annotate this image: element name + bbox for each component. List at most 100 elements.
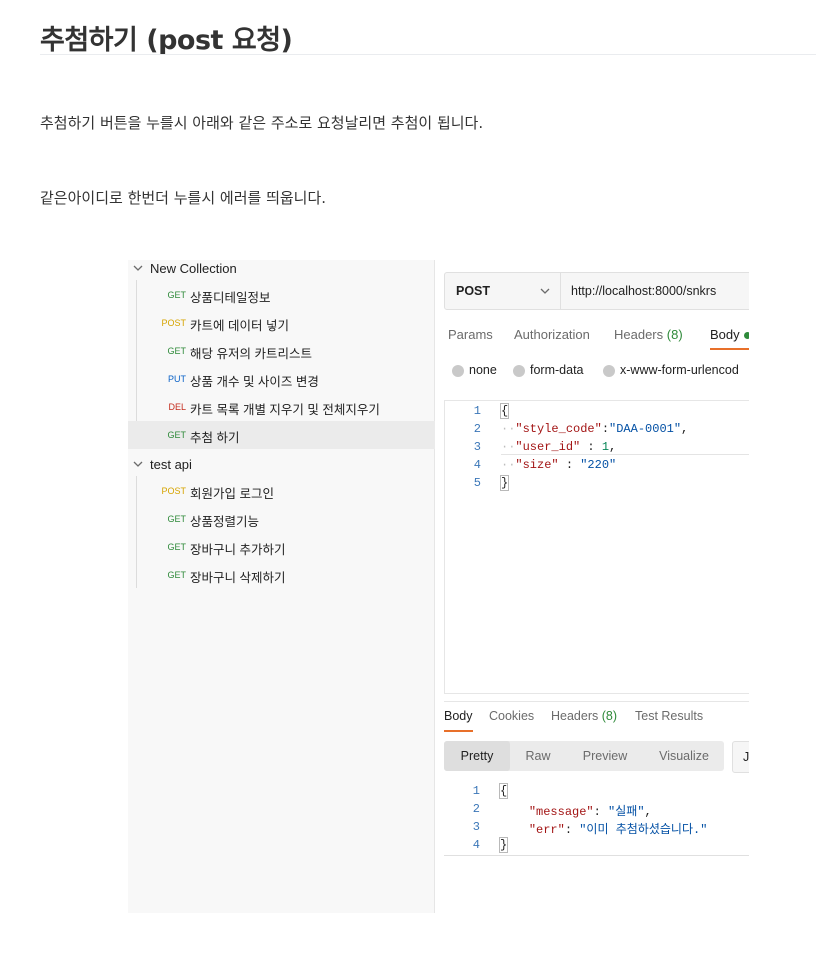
response-tab-body[interactable]: Body (444, 709, 473, 723)
response-view-bar: Pretty Raw Preview Visualize (444, 741, 724, 771)
code-line: 2 ··"style_code":"DAA-0001", (445, 420, 749, 438)
chevron-down-icon (540, 288, 550, 294)
request-item-selected[interactable]: GET 추첨 하기 (128, 421, 435, 449)
description-paragraph-1: 추첨하기 버튼을 누를시 아래와 같은 주소로 요청날리면 추첨이 됩니다. (40, 114, 484, 132)
request-name: 장바구니 삭제하기 (190, 571, 286, 585)
view-pretty-button[interactable]: Pretty (444, 741, 510, 771)
active-tab-indicator (710, 348, 749, 350)
radio-label: x-www-form-urlencod (620, 363, 739, 377)
response-tab-test-results[interactable]: Test Results (635, 709, 703, 723)
line-number: 2 (473, 422, 481, 436)
collection-new-collection[interactable]: New Collection (128, 260, 435, 280)
method-select[interactable]: POST (445, 273, 561, 309)
request-body-editor[interactable]: 1 { 2 ··"style_code":"DAA-0001", 3 ··"us… (444, 400, 749, 694)
json-value: "DAA-0001" (609, 422, 682, 436)
tab-count: (8) (601, 709, 618, 723)
radio-label: form-data (530, 363, 584, 377)
tab-label: Headers (551, 709, 599, 723)
method-badge: GET (167, 290, 186, 300)
view-preview-button[interactable]: Preview (574, 741, 636, 771)
page-title: 추첨하기 (post 요청) (40, 25, 293, 56)
code-line: 5 } (445, 474, 749, 492)
method-badge: GET (167, 346, 186, 356)
format-select[interactable]: J (732, 741, 749, 773)
tab-headers[interactable]: Headers (8) (614, 327, 683, 342)
method-badge: POST (161, 318, 186, 328)
chevron-down-icon (133, 461, 143, 467)
request-name: 해당 유저의 카트리스트 (190, 347, 312, 361)
request-name: 카트에 데이터 넣기 (190, 319, 289, 333)
radio-circle (603, 365, 615, 377)
request-item[interactable]: GET 장바구니 추가하기 (128, 533, 435, 561)
chevron-down-icon (133, 265, 143, 271)
json-key: "user_id" (515, 440, 581, 454)
method-badge: GET (167, 514, 186, 524)
format-label: J (743, 750, 749, 764)
request-panel: POST http://localhost:8000/snkrs Params … (436, 260, 749, 913)
json-value: "220" (580, 458, 617, 472)
code-bracket: } (499, 475, 510, 491)
tab-label: Authorization (514, 327, 590, 342)
line-number: 3 (473, 440, 481, 454)
code-line: 3 ··"user_id" : 1, (445, 438, 749, 456)
request-item[interactable]: GET 해당 유저의 카트리스트 (128, 337, 435, 365)
line-number: 1 (473, 404, 481, 418)
method-badge: GET (167, 542, 186, 552)
json-key: "message" (528, 805, 594, 819)
tab-label: Test Results (635, 709, 704, 723)
body-status-dot (744, 332, 749, 339)
tab-params[interactable]: Params (448, 327, 493, 342)
request-name: 장바구니 추가하기 (190, 543, 286, 557)
collection-name: test api (150, 457, 192, 472)
request-name: 상품디테일정보 (190, 291, 271, 305)
code-line: 1 { (445, 402, 749, 420)
request-name: 상품정렬기능 (190, 515, 260, 529)
view-visualize-button[interactable]: Visualize (650, 741, 718, 771)
tab-label: Cookies (489, 709, 535, 723)
tab-label: Params (448, 327, 493, 342)
request-name: 추첨 하기 (190, 431, 240, 445)
line-number: 2 (472, 802, 480, 816)
radio-circle (452, 365, 464, 377)
request-item[interactable]: POST 카트에 데이터 넣기 (128, 309, 435, 337)
json-key: "style_code" (515, 422, 602, 436)
request-item[interactable]: PUT 상품 개수 및 사이즈 변경 (128, 365, 435, 393)
json-key: "err" (528, 823, 565, 837)
collection-test-api[interactable]: test api (128, 456, 435, 476)
tab-body[interactable]: Body (710, 327, 740, 342)
method-select-label: POST (456, 284, 491, 298)
json-value: "실패" (608, 805, 645, 819)
line-number: 4 (472, 838, 480, 852)
postman-screenshot: New Collection GET 상품디테일정보 POST 카트에 데이터 … (128, 260, 749, 913)
line-number: 3 (472, 820, 480, 834)
view-raw-button[interactable]: Raw (514, 741, 562, 771)
request-item[interactable]: GET 상품정렬기능 (128, 505, 435, 533)
request-item[interactable]: GET 장바구니 삭제하기 (128, 561, 435, 589)
request-item[interactable]: POST 회원가입 로그인 (128, 477, 435, 505)
response-body-viewer[interactable]: 1 { 2 "message": "실패", 3 "err": "이미 추첨하셨… (444, 782, 749, 856)
request-name: 상품 개수 및 사이즈 변경 (190, 375, 319, 389)
tab-count: (8) (666, 327, 683, 342)
line-number: 1 (472, 784, 480, 798)
code-line: 4 ··"size" : "220" (445, 456, 749, 474)
description-paragraph-2: 같은아이디로 한번더 누를시 에러를 띄웁니다. (40, 189, 327, 207)
request-name: 회원가입 로그인 (190, 487, 274, 501)
tab-label: Body (444, 709, 473, 723)
json-value: 1 (601, 440, 610, 454)
json-key: "size" (515, 458, 559, 472)
active-tab-indicator (444, 730, 473, 732)
code-line: 4 } (444, 836, 749, 854)
tab-authorization[interactable]: Authorization (514, 327, 590, 342)
radio-label: none (469, 363, 497, 377)
request-name: 카트 목록 개별 지우기 및 전체지우기 (190, 403, 380, 417)
response-tab-cookies[interactable]: Cookies (489, 709, 534, 723)
code-line: 1 { (444, 782, 749, 800)
response-tab-headers[interactable]: Headers (8) (551, 709, 617, 723)
request-item[interactable]: GET 상품디테일정보 (128, 281, 435, 309)
code-bracket: { (499, 403, 510, 419)
request-item[interactable]: DEL 카트 목록 개별 지우기 및 전체지우기 (128, 393, 435, 421)
title-divider (40, 54, 816, 55)
line-number: 5 (473, 476, 481, 490)
response-divider (444, 701, 749, 702)
url-input[interactable]: http://localhost:8000/snkrs (571, 284, 716, 298)
